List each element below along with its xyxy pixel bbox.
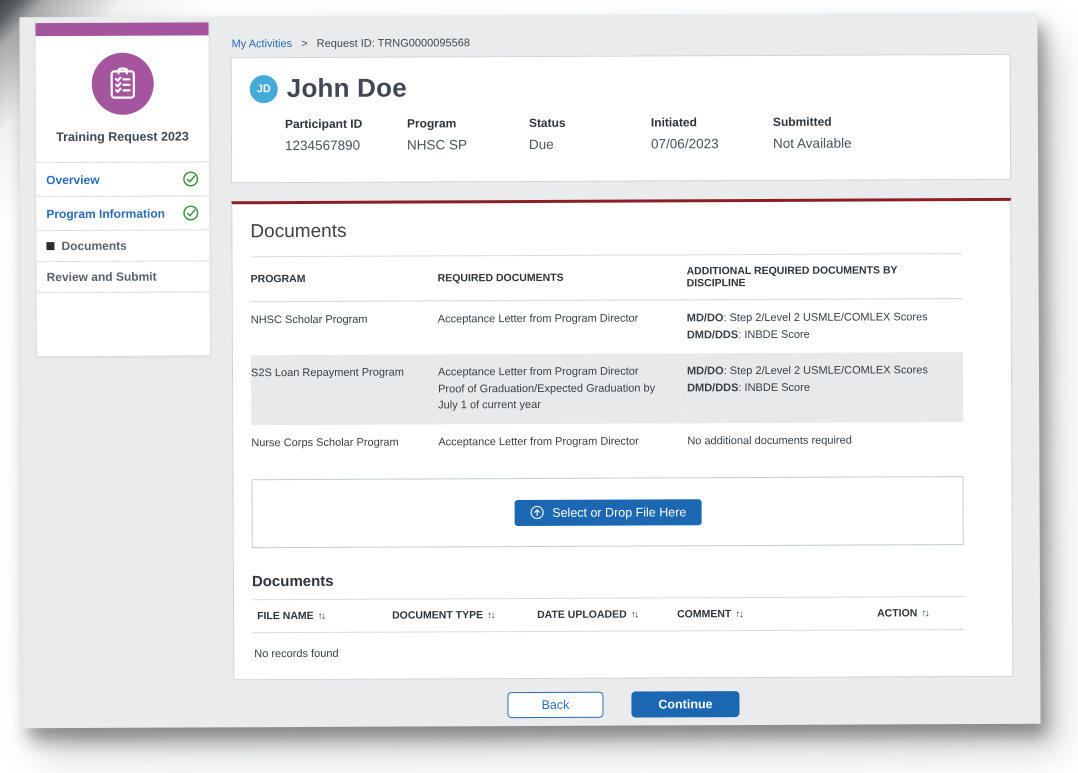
- field-label: Participant ID: [285, 117, 407, 132]
- sidebar-item-review-and-submit[interactable]: Review and Submit: [37, 261, 210, 293]
- table-header-row: FILE NAME↑↓ DOCUMENT TYPE↑↓ DATE UPLOADE…: [252, 597, 964, 633]
- column-header-program: PROGRAM: [251, 256, 438, 302]
- cell-program: S2S Loan Repayment Program: [251, 354, 438, 424]
- training-request-emblem: [91, 53, 153, 115]
- sidebar-item-overview[interactable]: Overview: [36, 162, 209, 197]
- sort-icon[interactable]: ↑↓: [735, 609, 742, 620]
- column-header-file-name[interactable]: FILE NAME↑↓: [252, 599, 392, 633]
- table-row: NHSC Scholar Program Acceptance Letter f…: [251, 299, 964, 356]
- column-header-document-type[interactable]: DOCUMENT TYPE↑↓: [392, 598, 537, 632]
- app-page: Training Request 2023 Overview Program I…: [19, 13, 1040, 728]
- screenshot-scene: Training Request 2023 Overview Program I…: [0, 0, 1078, 773]
- cell-program: Nurse Corps Scholar Program: [251, 424, 438, 461]
- table-header-row: PROGRAM REQUIRED DOCUMENTS ADDITIONAL RE…: [251, 254, 964, 302]
- participant-identity: JD John Doe: [250, 70, 992, 104]
- continue-button[interactable]: Continue: [631, 691, 739, 717]
- column-header-comment[interactable]: COMMENT↑↓: [677, 597, 877, 631]
- page-title: Documents: [250, 218, 992, 243]
- field-label: Status: [529, 115, 651, 130]
- sort-icon[interactable]: ↑↓: [487, 610, 494, 621]
- check-circle-icon: [182, 170, 199, 187]
- breadcrumb-separator: >: [301, 38, 307, 50]
- field-program: Program NHSC SP: [407, 116, 529, 153]
- file-dropzone[interactable]: Select or Drop File Here: [251, 476, 964, 548]
- field-label: Initiated: [651, 115, 773, 130]
- cell-required-documents: Acceptance Letter from Program Director: [438, 423, 687, 461]
- uploaded-documents-heading: Documents: [252, 570, 994, 590]
- column-header-additional-documents: ADDITIONAL REQUIRED DOCUMENTS BY DISCIPL…: [686, 254, 963, 300]
- sort-icon[interactable]: ↑↓: [921, 608, 928, 619]
- sidebar-accent-bar: [35, 22, 208, 36]
- sidebar-item-label: Review and Submit: [47, 269, 200, 284]
- participant-meta-fields: Participant ID 1234567890 Program NHSC S…: [285, 114, 992, 153]
- cell-required-documents: Acceptance Letter from Program Director …: [438, 353, 687, 424]
- table-row: Nurse Corps Scholar Program Acceptance L…: [251, 422, 963, 462]
- cell-program: NHSC Scholar Program: [251, 301, 438, 355]
- participant-header-card: JD John Doe Participant ID 1234567890 Pr…: [231, 54, 1012, 183]
- upload-icon: [529, 505, 544, 520]
- field-value: Due: [529, 136, 651, 152]
- field-participant-id: Participant ID 1234567890: [285, 117, 407, 154]
- documents-step-card: Documents PROGRAM REQUIRED DOCUMENTS ADD…: [231, 198, 1013, 680]
- clipboard-checklist-icon: [105, 66, 139, 102]
- sidebar-item-program-information[interactable]: Program Information: [36, 196, 209, 231]
- select-or-drop-file-button[interactable]: Select or Drop File Here: [514, 499, 701, 526]
- field-value: Not Available: [773, 136, 852, 151]
- field-initiated: Initiated 07/06/2023: [651, 115, 773, 152]
- sidebar-item-label: Overview: [46, 172, 182, 187]
- breadcrumb: My Activities > Request ID: TRNG00000955…: [232, 37, 470, 50]
- field-label: Submitted: [773, 115, 852, 129]
- sidebar-item-label: Documents: [61, 238, 199, 253]
- breadcrumb-current: Request ID: TRNG0000095568: [317, 37, 470, 50]
- cell-additional-documents: No additional documents required: [687, 422, 963, 460]
- column-header-action[interactable]: ACTION↑↓: [877, 597, 964, 630]
- sort-icon[interactable]: ↑↓: [318, 611, 325, 622]
- column-header-required-documents: REQUIRED DOCUMENTS: [437, 255, 686, 301]
- uploaded-documents-table: FILE NAME↑↓ DOCUMENT TYPE↑↓ DATE UPLOADE…: [252, 596, 964, 633]
- field-submitted: Submitted Not Available: [773, 115, 852, 151]
- sort-icon[interactable]: ↑↓: [631, 610, 638, 621]
- check-circle-icon: [182, 204, 199, 221]
- column-header-date-uploaded[interactable]: DATE UPLOADED↑↓: [537, 598, 677, 632]
- wizard-nav: Overview Program Information Documents: [36, 161, 210, 293]
- field-value: 1234567890: [285, 138, 407, 154]
- sidebar-title: Training Request 2023: [42, 129, 203, 144]
- empty-table-message: No records found: [252, 630, 994, 660]
- wizard-sidebar: Training Request 2023 Overview Program I…: [35, 22, 209, 356]
- avatar: JD: [250, 75, 278, 103]
- cell-additional-documents: MD/DO: Step 2/Level 2 USMLE/COMLEX Score…: [687, 299, 964, 354]
- sidebar-item-documents[interactable]: Documents: [36, 230, 209, 262]
- field-status: Status Due: [529, 115, 651, 152]
- breadcrumb-my-activities-link[interactable]: My Activities: [232, 38, 293, 50]
- back-button[interactable]: Back: [507, 692, 603, 718]
- participant-name: John Doe: [287, 73, 407, 105]
- sidebar-item-label: Program Information: [46, 206, 182, 221]
- required-documents-table: PROGRAM REQUIRED DOCUMENTS ADDITIONAL RE…: [250, 253, 963, 461]
- cell-required-documents: Acceptance Letter from Program Director: [438, 300, 687, 355]
- field-value: NHSC SP: [407, 137, 529, 153]
- field-label: Program: [407, 116, 529, 131]
- table-row: S2S Loan Repayment Program Acceptance Le…: [251, 352, 964, 425]
- current-step-square-icon: [46, 242, 54, 250]
- cell-additional-documents: MD/DO: Step 2/Level 2 USMLE/COMLEX Score…: [687, 352, 964, 423]
- wizard-footer: Back Continue: [233, 690, 1013, 719]
- field-value: 07/06/2023: [651, 136, 773, 152]
- upload-button-label: Select or Drop File Here: [552, 505, 686, 520]
